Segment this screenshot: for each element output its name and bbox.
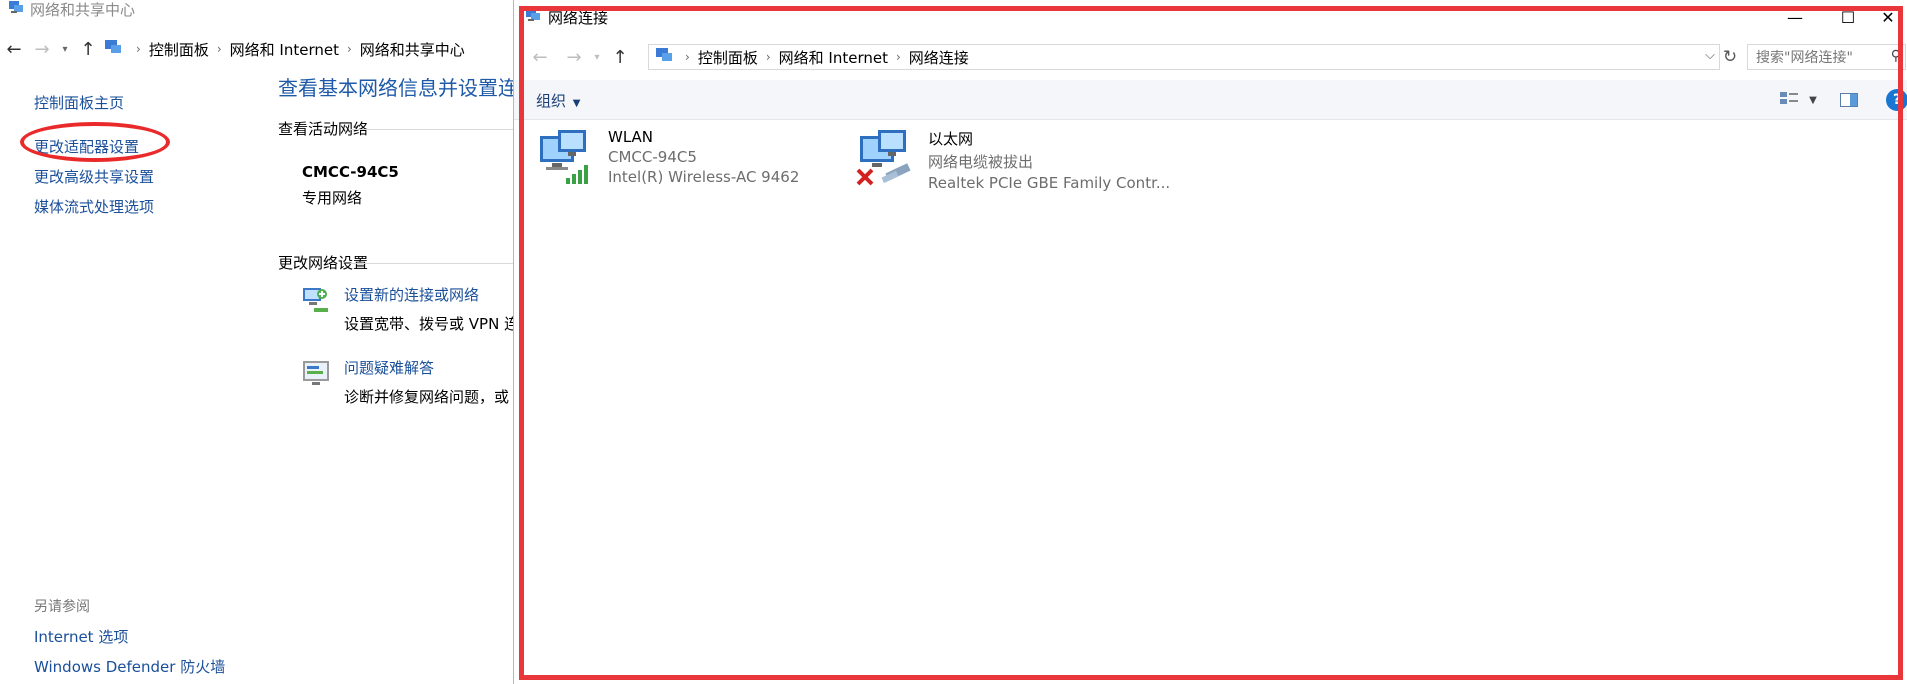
- back-arrow-icon[interactable]: ←: [0, 35, 28, 63]
- bg-breadcrumb: › 控制面板 › 网络和 Internet › 网络和共享中心: [102, 38, 465, 60]
- address-bar[interactable]: › 控制面板 › 网络和 Internet › 网络连接 ⌵: [648, 44, 1720, 70]
- wireless-adapter-icon: [536, 128, 596, 190]
- up-arrow-icon[interactable]: ↑: [606, 43, 634, 71]
- troubleshoot-icon: [300, 357, 334, 391]
- breadcrumb-item[interactable]: 网络和 Internet: [779, 47, 888, 68]
- connection-name: WLAN: [608, 128, 654, 146]
- breadcrumb-separator-icon: ›: [216, 42, 222, 56]
- network-connections-window: 网络连接 — ☐ ✕ ← → ▾ ↑ › 控制面板 › 网络和 Internet…: [513, 0, 1907, 684]
- breadcrumb-separator-icon: ›: [136, 42, 141, 56]
- defender-firewall-link[interactable]: Windows Defender 防火墙: [34, 652, 225, 682]
- breadcrumb-separator-icon: ›: [685, 50, 690, 64]
- ethernet-adapter-icon: [856, 128, 916, 190]
- divider: [350, 129, 520, 130]
- organize-menu-button[interactable]: 组织 ▼: [536, 90, 581, 111]
- fg-title: 网络连接: [525, 7, 608, 28]
- new-connection-icon: [300, 284, 334, 318]
- breadcrumb-item[interactable]: 网络和 Internet: [230, 39, 339, 60]
- fg-window-title: 网络连接: [548, 8, 609, 27]
- troubleshoot-desc: 诊断并修复网络问题，或: [344, 388, 510, 406]
- view-options-chevron-icon[interactable]: ▼: [1802, 89, 1824, 111]
- connection-name: 以太网: [928, 130, 974, 148]
- breadcrumb-item[interactable]: 控制面板: [149, 39, 209, 60]
- forward-arrow-icon[interactable]: →: [560, 43, 588, 71]
- media-streaming-options-link[interactable]: 媒体流式处理选项: [34, 192, 154, 222]
- task-new-connection: 设置新的连接或网络 设置宽带、拨号或 VPN 连: [300, 284, 519, 334]
- organize-chevron-icon: ▼: [572, 98, 581, 109]
- change-view-icon[interactable]: [1778, 89, 1800, 111]
- connection-adapter: Intel(R) Wireless-AC 9462: [608, 168, 800, 186]
- preview-pane-icon[interactable]: [1838, 89, 1860, 111]
- network-connections-icon: [525, 7, 541, 27]
- up-arrow-icon[interactable]: ↑: [74, 35, 102, 63]
- connection-status: CMCC-94C5: [608, 148, 697, 166]
- control-panel-icon: [104, 38, 122, 60]
- see-also-header: 另请参阅: [34, 599, 90, 615]
- bg-window-title: 网络和共享中心: [30, 0, 136, 19]
- fg-title-bar: 网络连接 — ☐ ✕: [514, 0, 1907, 34]
- bg-navigation-bar: ← → ▾ ↑ › 控制面板 › 网络和 Internet › 网络和共享中心: [0, 34, 520, 64]
- connection-ethernet[interactable]: 以太网 网络电缆被拔出 Realtek PCIe GBE Family Cont…: [856, 128, 1170, 192]
- active-network-name: CMCC-94C5: [302, 163, 399, 181]
- breadcrumb-separator-icon: ›: [346, 42, 352, 56]
- control-panel-home-link[interactable]: 控制面板主页: [34, 88, 154, 118]
- close-button[interactable]: ✕: [1869, 6, 1907, 28]
- breadcrumb-item[interactable]: 控制面板: [698, 47, 758, 68]
- fg-breadcrumb: › 控制面板 › 网络和 Internet › 网络连接: [655, 46, 969, 68]
- breadcrumb-separator-icon: ›: [895, 50, 901, 64]
- active-network-type[interactable]: 专用网络: [302, 187, 362, 208]
- network-center-icon: [8, 0, 24, 19]
- divider: [350, 263, 520, 264]
- breadcrumb-item[interactable]: 网络连接: [909, 47, 969, 68]
- refresh-icon[interactable]: ↻: [1717, 44, 1743, 70]
- maximize-button[interactable]: ☐: [1829, 6, 1867, 28]
- recent-locations-chevron-icon[interactable]: ▾: [56, 35, 74, 63]
- task-troubleshoot: 问题疑难解答 诊断并修复网络问题，或: [300, 357, 509, 407]
- search-icon[interactable]: ⚲: [1891, 48, 1901, 64]
- setup-new-connection-link[interactable]: 设置新的连接或网络: [344, 284, 519, 305]
- minimize-button[interactable]: —: [1776, 6, 1814, 28]
- connection-wlan[interactable]: WLAN CMCC-94C5 Intel(R) Wireless-AC 9462: [536, 128, 799, 190]
- address-dropdown-chevron-icon[interactable]: ⌵: [1705, 48, 1715, 63]
- search-input[interactable]: 搜索"网络连接" ⚲: [1747, 44, 1906, 70]
- organize-label: 组织: [536, 92, 567, 110]
- connection-status: 网络电缆被拔出: [928, 153, 1034, 171]
- breadcrumb-item[interactable]: 网络和共享中心: [360, 39, 465, 60]
- search-placeholder: 搜索"网络连接": [1756, 50, 1853, 66]
- page-title: 查看基本网络信息并设置连: [278, 76, 518, 100]
- bg-title-bar: 网络和共享中心: [8, 0, 136, 19]
- change-advanced-sharing-link[interactable]: 更改高级共享设置: [34, 162, 154, 192]
- highlight-ellipse: [20, 122, 170, 162]
- internet-options-link[interactable]: Internet 选项: [34, 622, 225, 652]
- breadcrumb-separator-icon: ›: [765, 50, 771, 64]
- connection-adapter: Realtek PCIe GBE Family Contr...: [928, 174, 1171, 192]
- forward-arrow-icon[interactable]: →: [28, 35, 56, 63]
- setup-new-connection-desc: 设置宽带、拨号或 VPN 连: [344, 315, 520, 333]
- see-also-section: 另请参阅 Internet 选项 Windows Defender 防火墙: [34, 592, 225, 682]
- back-arrow-icon[interactable]: ←: [526, 43, 554, 71]
- help-icon[interactable]: ?: [1886, 89, 1907, 111]
- troubleshoot-link[interactable]: 问题疑难解答: [344, 357, 509, 378]
- command-toolbar: 组织 ▼ ▼ ?: [514, 80, 1907, 120]
- recent-locations-chevron-icon[interactable]: ▾: [588, 43, 606, 71]
- control-panel-icon: [655, 46, 673, 68]
